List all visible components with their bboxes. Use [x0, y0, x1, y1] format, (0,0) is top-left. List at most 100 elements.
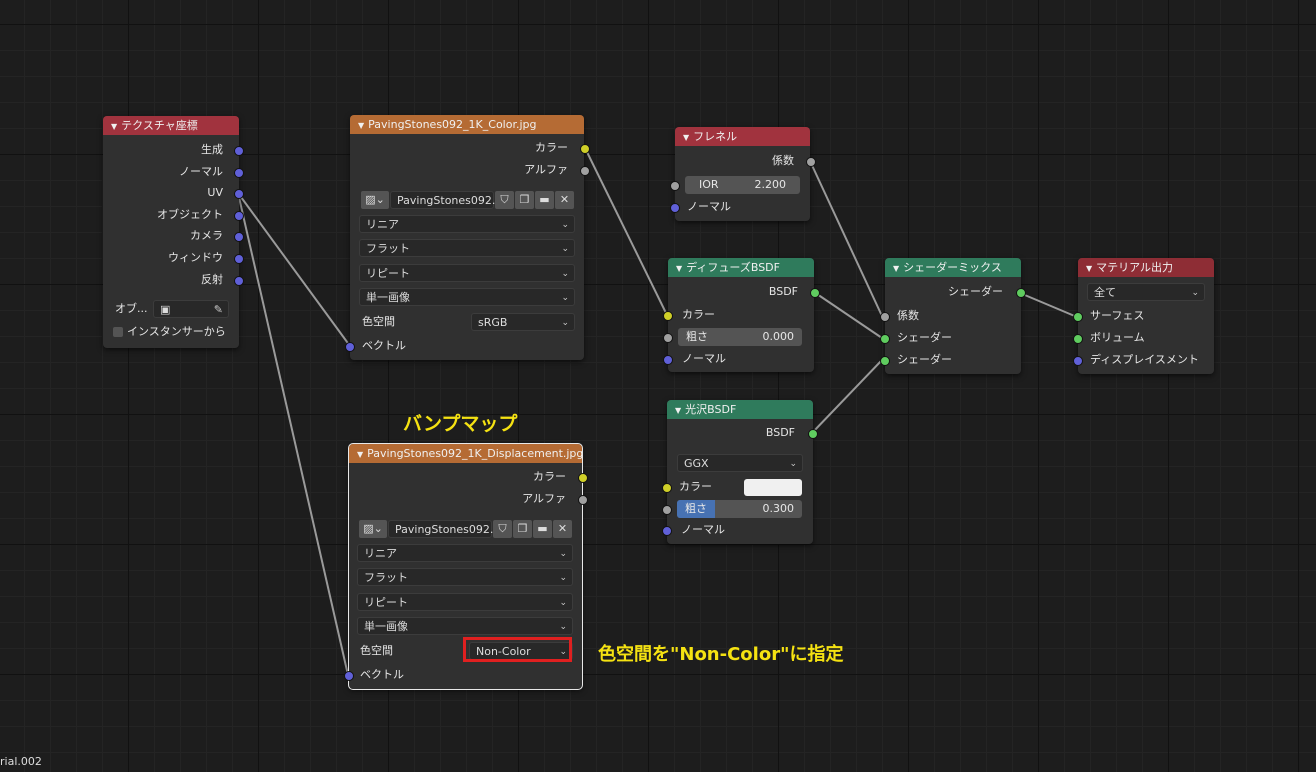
diffuse-bsdf-node[interactable]: ▼ ディフューズBSDF BSDF カラー 粗さ 0.000 ノーマル: [663, 258, 820, 372]
node-header[interactable]: ▼ 光沢BSDF: [667, 400, 813, 419]
shader1-input-socket[interactable]: [880, 334, 890, 344]
fresnel-node[interactable]: ▼ フレネル 係数 IOR 2.200 ノーマル: [670, 127, 816, 221]
eyedropper-icon[interactable]: ✎: [214, 301, 223, 319]
image-name-field[interactable]: PavingStones092...: [390, 191, 502, 209]
vector-input-socket[interactable]: [345, 342, 355, 352]
dropdown-value: フラット: [364, 571, 408, 584]
fake-user-shield-icon[interactable]: ⛉: [493, 520, 512, 538]
normal-input-socket[interactable]: [662, 526, 672, 536]
roughness-value: 0.300: [762, 502, 795, 515]
image-browse-icon[interactable]: ▨⌄: [359, 520, 387, 538]
image-texture-node-color[interactable]: ▼ PavingStones092_1K_Color.jpg カラー アルファ ▨…: [345, 115, 590, 360]
output-socket[interactable]: [234, 189, 244, 199]
mix-shader-node[interactable]: ▼ シェーダーミックス シェーダー 係数 シェーダー シェーダー: [880, 258, 1026, 374]
roughness-field[interactable]: 粗さ 0.300: [677, 500, 802, 518]
instancer-label: インスタンサーから: [127, 325, 226, 338]
glossy-bsdf-node[interactable]: ▼ 光沢BSDF BSDF GGX ⌄ カラー 粗さ 0.300 ノーマル: [662, 400, 818, 544]
projection-dropdown[interactable]: フラット ⌄: [359, 239, 575, 257]
image-name-field[interactable]: PavingStones092...: [388, 520, 500, 538]
fake-user-shield-icon[interactable]: ⛉: [495, 191, 514, 209]
color-output-socket[interactable]: [580, 144, 590, 154]
object-icon: ▣: [160, 303, 171, 316]
instancer-checkbox[interactable]: インスタンサーから: [113, 323, 226, 341]
ior-input-socket[interactable]: [670, 181, 680, 191]
roughness-value: 0.000: [762, 330, 795, 343]
vector-input-socket[interactable]: [344, 671, 354, 681]
color-output-socket[interactable]: [578, 473, 588, 483]
checkbox-icon[interactable]: [113, 327, 123, 337]
folder-icon[interactable]: ▬: [533, 520, 552, 538]
color-swatch[interactable]: [744, 479, 802, 496]
collapse-arrow-icon[interactable]: ▼: [1086, 264, 1092, 273]
node-header[interactable]: ▼ PavingStones092_1K_Displacement.jpg: [349, 444, 582, 463]
projection-dropdown[interactable]: フラット ⌄: [357, 568, 573, 586]
output-socket[interactable]: [234, 168, 244, 178]
output-socket[interactable]: [234, 276, 244, 286]
close-icon[interactable]: ✕: [555, 191, 574, 209]
normal-input-socket[interactable]: [670, 203, 680, 213]
output-label: 反射: [201, 273, 223, 286]
output-label-color: カラー: [533, 470, 566, 483]
source-dropdown[interactable]: 単一画像 ⌄: [359, 288, 575, 306]
color-input-socket[interactable]: [663, 311, 673, 321]
folder-icon[interactable]: ▬: [535, 191, 554, 209]
output-socket[interactable]: [234, 211, 244, 221]
distribution-dropdown[interactable]: GGX ⌄: [677, 454, 803, 472]
roughness-label: 粗さ: [686, 330, 708, 343]
fac-output-socket[interactable]: [806, 157, 816, 167]
material-output-node[interactable]: ▼ マテリアル出力 全て ⌄ サーフェス ボリューム ディスプレイスメント: [1073, 258, 1214, 374]
image-browse-icon[interactable]: ▨⌄: [361, 191, 389, 209]
texture-coordinate-node[interactable]: ▼ テクスチャ座標 生成 ノーマル UV オブジェクト カメラ ウィンドウ 反射 …: [103, 116, 244, 348]
collapse-arrow-icon[interactable]: ▼: [683, 133, 689, 142]
output-socket[interactable]: [234, 254, 244, 264]
duplicate-icon[interactable]: ❐: [515, 191, 534, 209]
bsdf-output-socket[interactable]: [810, 288, 820, 298]
node-header[interactable]: ▼ ディフューズBSDF: [668, 258, 814, 277]
displacement-input-socket[interactable]: [1073, 356, 1083, 366]
alpha-output-socket[interactable]: [580, 166, 590, 176]
alpha-output-socket[interactable]: [578, 495, 588, 505]
colorspace-dropdown[interactable]: sRGB ⌄: [471, 313, 575, 331]
roughness-input-socket[interactable]: [662, 505, 672, 515]
ior-field[interactable]: IOR 2.200: [685, 176, 800, 194]
chevron-down-icon: ⌄: [559, 622, 567, 632]
collapse-arrow-icon[interactable]: ▼: [675, 406, 681, 415]
chevron-down-icon: ⌄: [561, 318, 569, 328]
collapse-arrow-icon[interactable]: ▼: [357, 450, 363, 459]
shader-output-socket[interactable]: [1016, 288, 1026, 298]
object-field[interactable]: ▣ ✎: [153, 300, 229, 318]
node-header[interactable]: ▼ PavingStones092_1K_Color.jpg: [350, 115, 584, 134]
normal-input-socket[interactable]: [663, 355, 673, 365]
output-socket[interactable]: [234, 146, 244, 156]
collapse-arrow-icon[interactable]: ▼: [111, 122, 117, 131]
node-header[interactable]: ▼ マテリアル出力: [1078, 258, 1214, 277]
source-dropdown[interactable]: 単一画像 ⌄: [357, 617, 573, 635]
link-glossy-to-mix: [811, 359, 883, 434]
target-dropdown[interactable]: 全て ⌄: [1087, 283, 1205, 301]
collapse-arrow-icon[interactable]: ▼: [358, 121, 364, 130]
node-header[interactable]: ▼ フレネル: [675, 127, 810, 146]
collapse-arrow-icon[interactable]: ▼: [676, 264, 682, 273]
node-header[interactable]: ▼ シェーダーミックス: [885, 258, 1021, 277]
roughness-field[interactable]: 粗さ 0.000: [678, 328, 802, 346]
dropdown-value: リピート: [366, 267, 410, 280]
close-icon[interactable]: ✕: [553, 520, 572, 538]
surface-input-socket[interactable]: [1073, 312, 1083, 322]
color-input-socket[interactable]: [662, 483, 672, 493]
image-name: PavingStones092...: [397, 194, 503, 207]
roughness-input-socket[interactable]: [663, 333, 673, 343]
extension-dropdown[interactable]: リピート ⌄: [357, 593, 573, 611]
roughness-label: 粗さ: [685, 502, 707, 515]
volume-input-socket[interactable]: [1073, 334, 1083, 344]
node-header[interactable]: ▼ テクスチャ座標: [103, 116, 239, 135]
interpolation-dropdown[interactable]: リニア ⌄: [359, 215, 575, 233]
duplicate-icon[interactable]: ❐: [513, 520, 532, 538]
fac-input-socket[interactable]: [880, 312, 890, 322]
bsdf-output-socket[interactable]: [808, 429, 818, 439]
shader1-label: シェーダー: [897, 331, 952, 344]
extension-dropdown[interactable]: リピート ⌄: [359, 264, 575, 282]
interpolation-dropdown[interactable]: リニア ⌄: [357, 544, 573, 562]
collapse-arrow-icon[interactable]: ▼: [893, 264, 899, 273]
shader2-input-socket[interactable]: [880, 356, 890, 366]
output-socket[interactable]: [234, 232, 244, 242]
